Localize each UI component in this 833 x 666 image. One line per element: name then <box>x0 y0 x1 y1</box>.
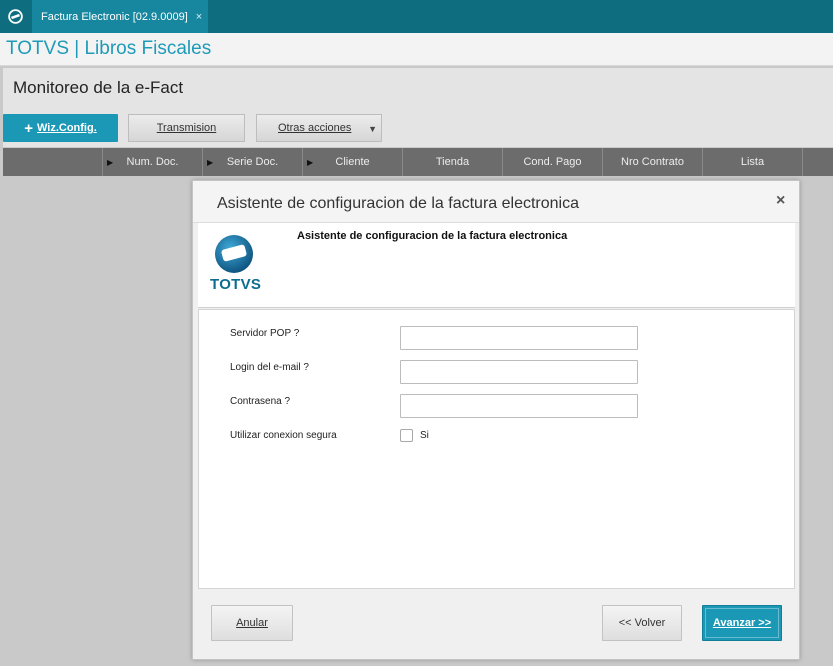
config-wizard-dialog: Asistente de configuracion de la factura… <box>192 180 800 660</box>
otras-acciones-label: Otras acciones <box>278 122 352 134</box>
anular-label: Anular <box>236 617 268 629</box>
page-title: Monitoreo de la e-Fact <box>13 78 184 97</box>
transmision-label: Transmision <box>156 122 217 134</box>
grid-col-lista[interactable]: Lista <box>703 148 803 176</box>
pop-server-label: Servidor POP ? <box>230 328 300 339</box>
password-label: Contrasena ? <box>230 396 291 407</box>
secure-connection-checkbox[interactable] <box>400 429 413 442</box>
avanzar-label: Avanzar >> <box>712 617 772 629</box>
grid-col-tienda[interactable]: Tienda <box>403 148 503 176</box>
wiz-config-label: Wiz.Config. <box>36 122 97 134</box>
grid-col-nro-contrato[interactable]: Nro Contrato <box>603 148 703 176</box>
grid-header: ▶ Num. Doc. ▶ Serie Doc. ▶ Cliente Tiend… <box>3 148 833 176</box>
sort-arrow-icon: ▶ <box>107 158 114 167</box>
banner-title: Asistente de configuracion de la factura… <box>297 230 568 242</box>
plus-icon: + <box>24 119 33 137</box>
otras-acciones-button[interactable]: Otras acciones ▼ <box>256 114 382 142</box>
transmision-button[interactable]: Transmision <box>128 114 245 142</box>
dropdown-arrow-icon: ▼ <box>368 124 377 134</box>
volver-label: << Volver <box>618 617 666 629</box>
module-title: TOTVS | Libros Fiscales <box>6 38 212 59</box>
dialog-title: Asistente de configuracion de la factura… <box>217 195 579 212</box>
tab-factura-electronic[interactable]: Factura Electronic [02.9.0009] × <box>32 0 208 33</box>
app-logo-icon[interactable] <box>0 0 31 33</box>
module-bar: TOTVS | Libros Fiscales <box>0 33 833 66</box>
password-input[interactable] <box>400 394 638 418</box>
volver-button[interactable]: << Volver <box>602 605 682 641</box>
grid-col-cond-pago[interactable]: Cond. Pago <box>503 148 603 176</box>
secure-connection-label: Utilizar conexion segura <box>230 430 337 441</box>
page-header: Monitoreo de la e-Fact + Wiz.Config. Tra… <box>3 68 833 147</box>
avanzar-button[interactable]: Avanzar >> <box>702 605 782 641</box>
wiz-config-button[interactable]: + Wiz.Config. <box>3 114 118 142</box>
grid-col-serie-doc[interactable]: ▶ Serie Doc. <box>203 148 303 176</box>
dialog-header: Asistente de configuracion de la factura… <box>193 181 799 223</box>
close-icon[interactable]: × <box>776 192 785 210</box>
tab-close-icon[interactable]: × <box>196 11 202 23</box>
top-tab-bar: Factura Electronic [02.9.0009] × <box>0 0 833 33</box>
tab-label: Factura Electronic [02.9.0009] <box>41 10 188 23</box>
grid-col-cliente[interactable]: ▶ Cliente <box>303 148 403 176</box>
sort-arrow-icon: ▶ <box>307 158 314 167</box>
totvs-logo-text: TOTVS <box>210 276 262 293</box>
dialog-footer: Anular << Volver Avanzar >> <box>193 590 799 659</box>
anular-button[interactable]: Anular <box>211 605 293 641</box>
dialog-banner: TOTVS Asistente de configuracion de la f… <box>198 223 795 308</box>
grid-col-num-doc[interactable]: ▶ Num. Doc. <box>103 148 203 176</box>
pop-server-input[interactable] <box>400 326 638 350</box>
email-login-label: Login del e-mail ? <box>230 362 309 373</box>
email-login-input[interactable] <box>400 360 638 384</box>
sort-arrow-icon: ▶ <box>207 158 214 167</box>
secure-connection-option[interactable]: Si <box>420 430 429 441</box>
dialog-form: Servidor POP ? Login del e-mail ? Contra… <box>198 309 795 589</box>
grid-col-select[interactable] <box>3 148 103 176</box>
